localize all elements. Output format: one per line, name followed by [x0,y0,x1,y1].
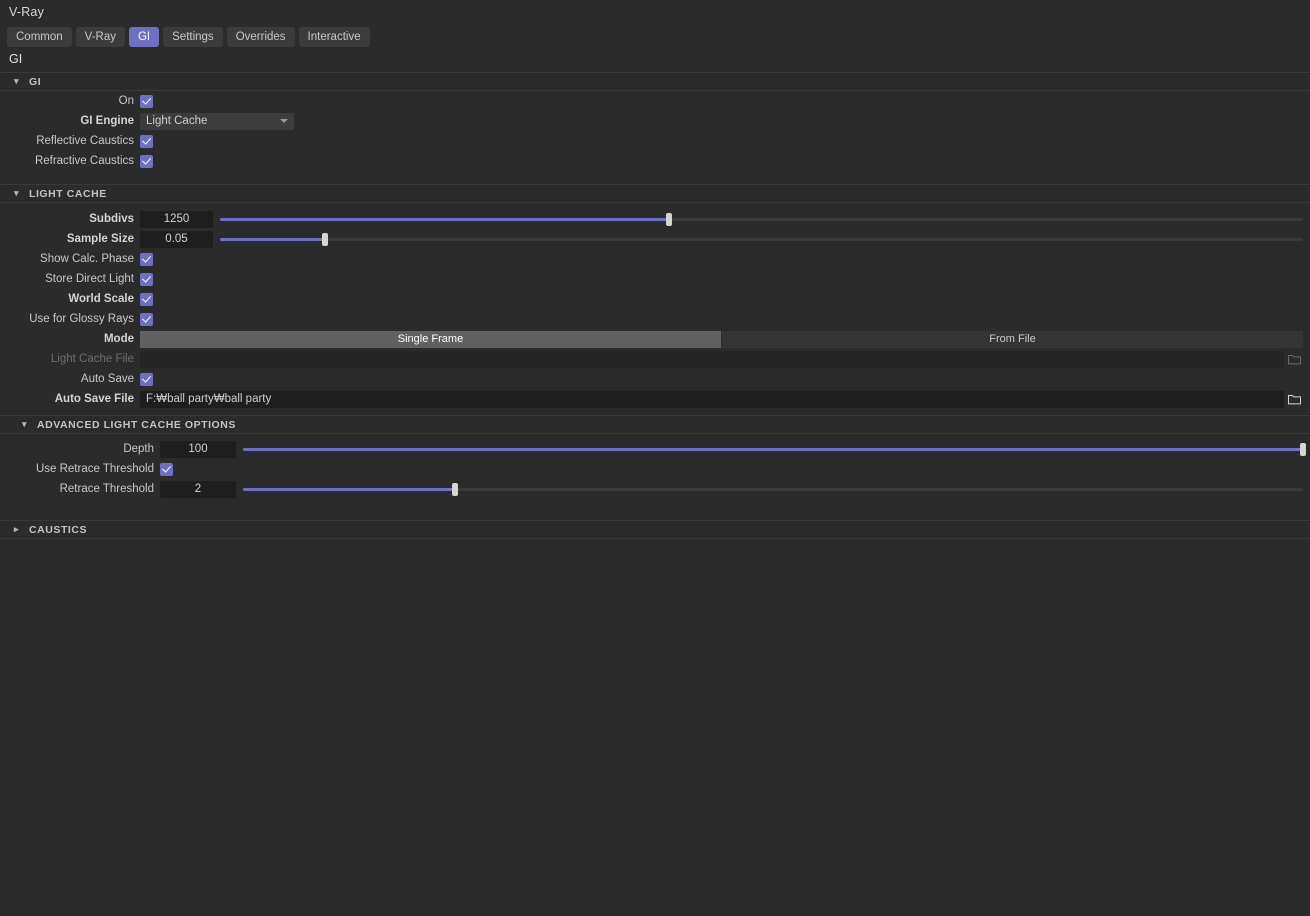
slider-retrace-threshold[interactable] [243,481,1303,498]
checkbox-use-retrace-threshold[interactable] [160,462,173,476]
label-gi-engine: GI Engine [80,115,134,127]
tab-overrides[interactable]: Overrides [226,27,295,47]
checkbox-reflective-caustics[interactable] [140,134,153,148]
checkbox-refractive-caustics[interactable] [140,154,153,168]
segment-from-file[interactable]: From File [722,330,1303,348]
label-sample-size: Sample Size [66,233,134,245]
row-depth: Depth 100 [0,439,1310,459]
slider-knob[interactable] [666,212,673,226]
row-auto-save-file: Auto Save File F:₩ball party₩ball party [0,389,1310,409]
input-auto-save-file[interactable]: F:₩ball party₩ball party [140,390,1284,408]
checkbox-world-scale[interactable] [140,292,153,306]
checkbox-use-for-glossy-rays[interactable] [140,312,153,326]
slider-knob[interactable] [322,232,329,246]
folder-icon [1284,351,1304,368]
chevron-right-icon: ▸ [14,524,20,534]
tab-gi[interactable]: GI [128,27,160,47]
row-use-for-glossy-rays: Use for Glossy Rays [0,309,1310,329]
rollout-header-light-cache[interactable]: ▾ LIGHT CACHE [0,184,1310,203]
slider-knob[interactable] [452,482,458,496]
row-show-calc-phase: Show Calc. Phase [0,249,1310,269]
label-on: On [118,95,134,107]
input-light-cache-file [140,350,1284,368]
tab-common[interactable]: Common [7,27,72,47]
rollout-title-advanced-light-cache: ADVANCED LIGHT CACHE OPTIONS [37,418,236,431]
tab-bar: Common V-Ray GI Settings Overrides Inter… [0,26,1310,48]
dropdown-gi-engine-value: Light Cache [146,115,208,127]
slider-fill [220,237,326,241]
row-gi-engine: GI Engine Light Cache [0,111,1310,131]
rollout-title-light-cache: LIGHT CACHE [29,187,107,200]
row-use-retrace-threshold: Use Retrace Threshold [0,459,1310,479]
input-subdivs[interactable]: 1250 [140,210,213,228]
chevron-down-icon [280,119,288,123]
row-sample-size: Sample Size 0.05 [0,229,1310,249]
row-mode: Mode Single Frame From File [0,329,1310,349]
label-reflective-caustics: Reflective Caustics [36,135,134,147]
row-reflective-caustics: Reflective Caustics [0,131,1310,151]
row-light-cache-file: Light Cache File [0,349,1310,369]
slider-sample-size[interactable] [220,231,1303,248]
label-light-cache-file: Light Cache File [50,353,134,365]
checkbox-show-calc-phase[interactable] [140,252,153,266]
label-auto-save-file: Auto Save File [54,393,134,405]
chevron-down-icon: ▾ [22,419,28,429]
input-retrace-threshold[interactable]: 2 [160,480,236,498]
input-depth[interactable]: 100 [160,440,236,458]
label-use-retrace-threshold: Use Retrace Threshold [35,463,154,475]
page-title: GI [9,52,23,66]
folder-icon[interactable] [1284,391,1304,408]
app-title: V-Ray [9,5,45,19]
slider-fill [243,447,1303,451]
slider-knob[interactable] [1300,442,1306,456]
label-store-direct-light: Store Direct Light [45,273,134,285]
checkbox-store-direct-light[interactable] [140,272,153,286]
label-retrace-threshold: Retrace Threshold [59,483,154,495]
chevron-down-icon: ▾ [14,76,20,86]
rollout-header-advanced-light-cache[interactable]: ▾ ADVANCED LIGHT CACHE OPTIONS [0,415,1310,434]
row-world-scale: World Scale [0,289,1310,309]
rollout-header-caustics[interactable]: ▸ CAUSTICS [0,520,1310,539]
slider-track [220,237,1303,241]
row-gi-on: On [0,91,1310,111]
row-auto-save: Auto Save [0,369,1310,389]
row-retrace-threshold: Retrace Threshold 2 [0,479,1310,499]
label-subdivs: Subdivs [89,213,134,225]
label-refractive-caustics: Refractive Caustics [34,155,134,167]
slider-subdivs[interactable] [220,211,1303,228]
checkbox-on[interactable] [140,94,153,108]
label-world-scale: World Scale [68,293,134,305]
tab-settings[interactable]: Settings [163,27,223,47]
slider-fill [243,487,455,491]
tab-interactive[interactable]: Interactive [298,27,370,47]
label-use-for-glossy-rays: Use for Glossy Rays [29,313,134,325]
label-auto-save: Auto Save [80,373,134,385]
input-sample-size[interactable]: 0.05 [140,230,213,248]
slider-fill [220,217,670,221]
row-subdivs: Subdivs 1250 [0,209,1310,229]
slider-depth[interactable] [243,441,1306,458]
label-show-calc-phase: Show Calc. Phase [40,253,134,265]
label-mode: Mode [103,333,134,345]
label-depth: Depth [123,443,154,455]
segment-single-frame[interactable]: Single Frame [140,330,722,348]
row-store-direct-light: Store Direct Light [0,269,1310,289]
rollout-header-gi[interactable]: ▾ GI [0,72,1310,91]
chevron-down-icon: ▾ [14,188,20,198]
rollout-title-caustics: CAUSTICS [29,523,88,536]
checkbox-auto-save[interactable] [140,372,153,386]
row-refractive-caustics: Refractive Caustics [0,151,1310,171]
segmented-mode: Single Frame From File [140,330,1303,348]
rollout-title-gi: GI [29,75,42,88]
dropdown-gi-engine[interactable]: Light Cache [140,112,294,130]
tab-vray[interactable]: V-Ray [75,27,125,47]
